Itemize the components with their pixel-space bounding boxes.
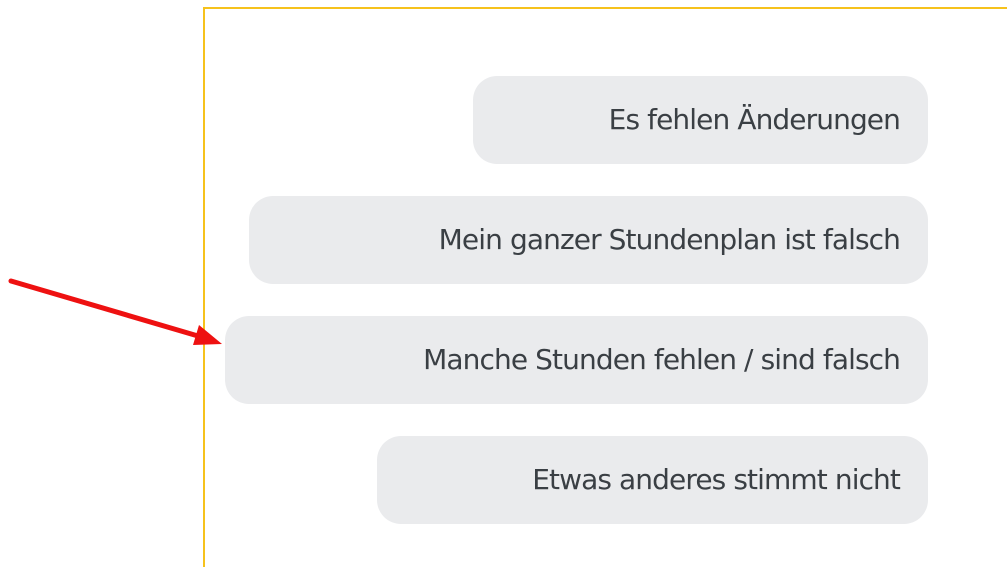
option-something-else-wrong-button[interactable]: Etwas anderes stimmt nicht (377, 436, 928, 524)
option-whole-timetable-wrong-button[interactable]: Mein ganzer Stundenplan ist falsch (249, 196, 928, 284)
option-some-lessons-wrong-button[interactable]: Manche Stunden fehlen / sind falsch (225, 316, 928, 404)
option-missing-changes-button[interactable]: Es fehlen Änderungen (473, 76, 928, 164)
screenshot-stage: Es fehlen Änderungen Mein ganzer Stunden… (0, 0, 1007, 567)
arrow-shaft (8, 278, 201, 339)
